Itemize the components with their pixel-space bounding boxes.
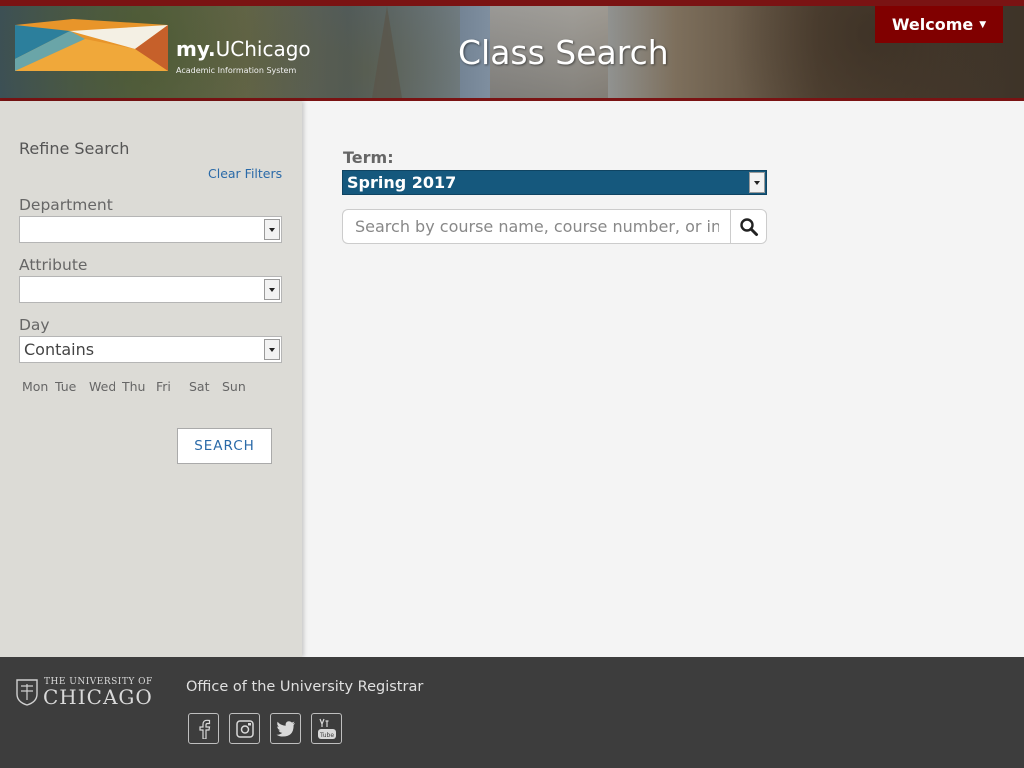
sidebar-title: Refine Search bbox=[19, 139, 130, 158]
university-shield-icon bbox=[16, 679, 38, 706]
facebook-link[interactable] bbox=[188, 713, 219, 744]
clear-filters-link[interactable]: Clear Filters bbox=[208, 166, 282, 181]
term-label: Term: bbox=[343, 148, 394, 167]
dropdown-arrow-icon[interactable] bbox=[264, 339, 280, 360]
instagram-icon bbox=[235, 719, 254, 738]
facebook-icon bbox=[198, 719, 210, 739]
twitter-icon bbox=[276, 720, 295, 736]
day-tue: Tue bbox=[55, 379, 85, 394]
search-submit-button[interactable] bbox=[730, 209, 767, 244]
caret-down-icon: ▼ bbox=[979, 19, 987, 30]
brand-suffix: UChicago bbox=[215, 37, 311, 61]
myuchicago-logo-icon[interactable] bbox=[15, 19, 168, 71]
instagram-link[interactable] bbox=[229, 713, 260, 744]
day-value: Contains bbox=[24, 340, 95, 359]
day-thu: Thu bbox=[122, 379, 152, 394]
svg-text:Tube: Tube bbox=[318, 732, 333, 739]
brand-prefix: my. bbox=[176, 37, 216, 61]
day-select[interactable]: Contains bbox=[19, 336, 282, 363]
refine-search-sidebar: Refine Search Clear Filters Department A… bbox=[0, 101, 302, 657]
dropdown-arrow-icon[interactable] bbox=[264, 279, 280, 300]
day-label-sat: Sat bbox=[189, 379, 210, 394]
page-title: Class Search bbox=[458, 33, 669, 72]
registrar-office-text: Office of the University Registrar bbox=[186, 679, 424, 695]
day-label-tue: Tue bbox=[55, 379, 77, 394]
sidebar-search-button[interactable]: SEARCH bbox=[177, 428, 272, 464]
dropdown-arrow-icon[interactable] bbox=[264, 219, 280, 240]
day-sun: Sun bbox=[222, 379, 252, 394]
brand-subtitle: Academic Information System bbox=[176, 66, 297, 75]
day-sat: Sat bbox=[189, 379, 219, 394]
department-select[interactable] bbox=[19, 216, 282, 243]
university-line2: CHICAGO bbox=[43, 685, 153, 709]
day-label-mon: Mon bbox=[22, 379, 49, 394]
youtube-icon: Tube bbox=[317, 718, 336, 739]
day-label-sun: Sun bbox=[222, 379, 246, 394]
welcome-label: Welcome bbox=[891, 15, 974, 34]
brand-name: my.UChicago bbox=[176, 37, 311, 61]
day-label-thu: Thu bbox=[122, 379, 146, 394]
attribute-label: Attribute bbox=[19, 256, 88, 274]
department-label: Department bbox=[19, 196, 113, 214]
day-wed: Wed bbox=[89, 379, 115, 394]
day-mon: Mon bbox=[22, 379, 52, 394]
twitter-link[interactable] bbox=[270, 713, 301, 744]
youtube-link[interactable]: Tube bbox=[311, 713, 342, 744]
term-value: Spring 2017 bbox=[347, 173, 457, 192]
welcome-menu-button[interactable]: Welcome ▼ bbox=[875, 6, 1003, 43]
course-search-input[interactable] bbox=[342, 209, 731, 244]
day-label-wed: Wed bbox=[89, 379, 115, 394]
search-icon bbox=[739, 217, 758, 236]
term-select[interactable]: Spring 2017 bbox=[342, 170, 767, 195]
day-fri: Fri bbox=[156, 379, 186, 394]
dropdown-arrow-icon[interactable] bbox=[749, 172, 765, 193]
day-label: Day bbox=[19, 316, 50, 334]
day-label-fri: Fri bbox=[156, 379, 171, 394]
attribute-select[interactable] bbox=[19, 276, 282, 303]
day-checkbox-row: Mon Tue Wed Thu Fri Sat Sun bbox=[22, 379, 282, 419]
page-footer: THE UNIVERSITY OF CHICAGO Office of the … bbox=[0, 657, 1024, 768]
